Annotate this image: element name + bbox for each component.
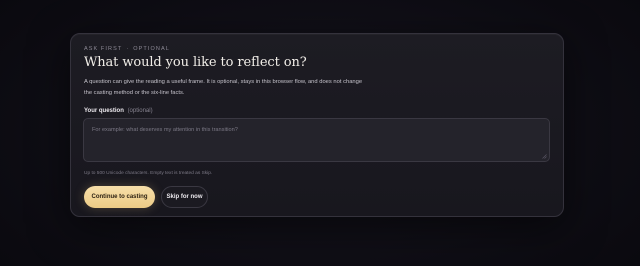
skip-for-now-button[interactable]: Skip for now (161, 186, 208, 208)
question-field-label: Your question (optional) (84, 108, 153, 114)
page-title: What would you like to reflect on? (84, 55, 307, 70)
resize-handle-icon[interactable] (542, 154, 547, 159)
card-description: A question can give the reading a useful… (84, 79, 363, 96)
question-placeholder: For example: what deserves my attention … (92, 127, 238, 133)
eyebrow-step: ASK FIRST (84, 46, 123, 52)
optional-tag: (optional) (127, 108, 153, 114)
eyebrow-state: OPTIONAL (133, 46, 170, 52)
question-hint: Up to 500 Unicode characters. Empty text… (84, 171, 213, 176)
continue-to-casting-button[interactable]: Continue to casting (84, 186, 155, 208)
question-textarea[interactable]: For example: what deserves my attention … (83, 118, 550, 162)
question-card: ASK FIRST · OPTIONAL What would you like t… (70, 33, 564, 217)
step-eyebrow: ASK FIRST · OPTIONAL (84, 46, 170, 52)
eyebrow-separator: · (126, 46, 130, 52)
question-label-text: Your question (84, 108, 124, 114)
